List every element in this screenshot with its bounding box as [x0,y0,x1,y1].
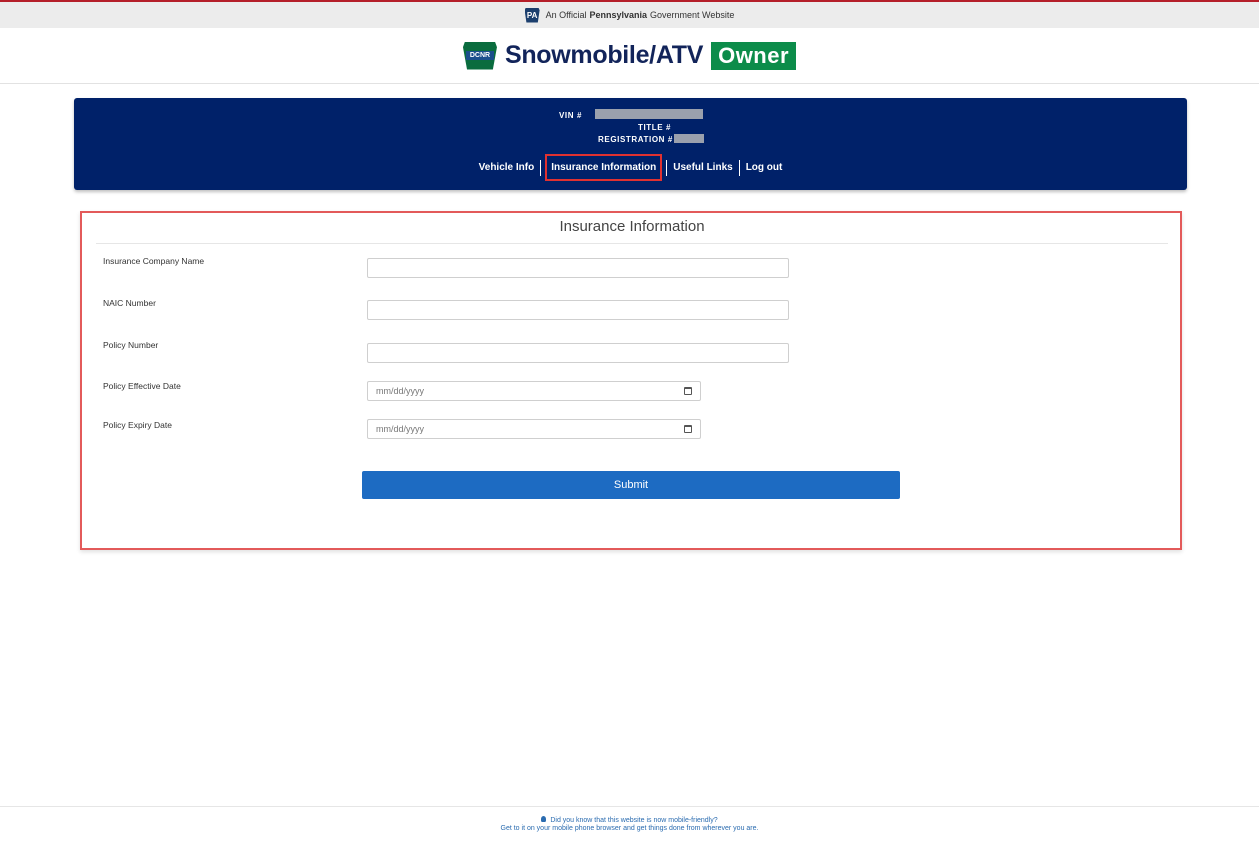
naic-number-label: NAIC Number [103,298,156,308]
submit-button[interactable]: Submit [362,471,900,499]
date-placeholder: mm/dd/yyyy [376,424,425,434]
form-title: Insurance Information [96,213,1168,244]
policy-expiry-date-input[interactable]: mm/dd/yyyy [367,419,701,439]
dcnr-logo-text: DCNR [465,50,494,60]
nav-insurance-information[interactable]: Insurance Information [545,154,663,181]
calendar-icon[interactable] [684,387,692,395]
registration-label: REGISTRATION # [598,135,673,144]
nav-divider [738,159,740,176]
owner-badge: Owner [711,41,797,70]
gov-banner-prefix: An Official [545,10,587,20]
site-title: Snowmobile/ATV [504,41,704,69]
policy-effective-date-label: Policy Effective Date [103,381,181,391]
page-footer: Did you know that this website is now mo… [0,806,1259,845]
insurance-company-input[interactable] [367,258,789,278]
footer-line-2: Get to it on your mobile phone browser a… [500,825,759,832]
registration-redacted [674,134,704,143]
nav-divider [666,159,668,176]
calendar-icon[interactable] [684,425,692,433]
policy-number-label: Policy Number [103,340,159,350]
official-gov-banner: PA An Official Pennsylvania Government W… [0,0,1259,28]
footer-mobile-text: Did you know that this website is now mo… [550,817,718,824]
insurance-form: Insurance Information Insurance Company … [80,211,1182,550]
vin-label: VIN # [559,111,583,120]
date-placeholder: mm/dd/yyyy [376,386,425,396]
dcnr-logo[interactable]: DCNR [462,41,497,70]
policy-number-input[interactable] [367,343,789,363]
title-label: TITLE # [638,123,672,132]
policy-effective-date-input[interactable]: mm/dd/yyyy [367,381,701,401]
gov-banner-suffix: Government Website [650,10,735,20]
nav-useful-links[interactable]: Useful Links [673,162,732,173]
nav-log-out[interactable]: Log out [746,162,783,173]
insurance-company-label: Insurance Company Name [103,256,205,266]
account-nav: Vehicle Info Insurance Information Usefu… [74,154,1187,181]
site-header: DCNR Snowmobile/ATV Owner [0,28,1259,84]
vehicle-info-panel: VIN # TITLE # REGISTRATION # Vehicle Inf… [74,98,1187,190]
policy-expiry-date-label: Policy Expiry Date [103,420,172,430]
naic-number-input[interactable] [367,300,789,320]
nav-divider [540,159,542,176]
pa-keystone-icon: PA [524,7,540,23]
lightbulb-icon [541,816,547,822]
footer-line-1: Did you know that this website is now mo… [0,816,1259,825]
gov-banner-state: Pennsylvania [589,10,647,20]
vin-redacted [595,109,703,119]
nav-vehicle-info[interactable]: Vehicle Info [479,162,535,173]
